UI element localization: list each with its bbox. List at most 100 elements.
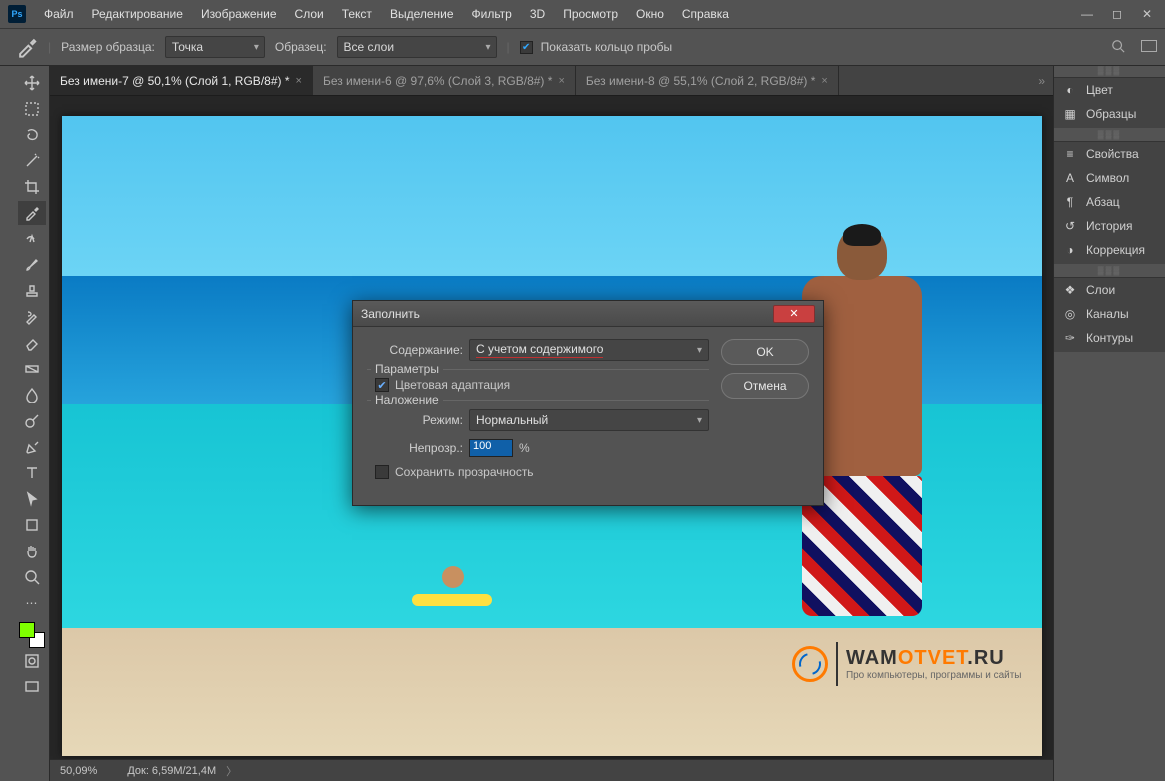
eraser-tool-icon[interactable]: [18, 331, 46, 355]
wand-tool-icon[interactable]: [18, 149, 46, 173]
sample-select[interactable]: Все слои: [337, 36, 497, 58]
zoom-tool-icon[interactable]: [18, 565, 46, 589]
menu-filter[interactable]: Фильтр: [464, 3, 520, 25]
panel-grip-icon[interactable]: ▓▓▓: [1054, 266, 1165, 278]
watermark: WAMOTVET.RU Про компьютеры, программы и …: [792, 642, 1022, 686]
dialog-close-button[interactable]: ✕: [773, 305, 815, 323]
marquee-tool-icon[interactable]: [18, 97, 46, 121]
panel-paragraph[interactable]: ¶Абзац: [1054, 190, 1165, 214]
history-icon: ↺: [1062, 219, 1078, 233]
content-select[interactable]: С учетом содержимого: [469, 339, 709, 361]
status-chevron-icon[interactable]: 〉: [226, 763, 237, 779]
crop-tool-icon[interactable]: [18, 175, 46, 199]
menu-help[interactable]: Справка: [674, 3, 737, 25]
menu-select[interactable]: Выделение: [382, 3, 462, 25]
zoom-level[interactable]: 50,09%: [60, 765, 97, 777]
preserve-transparency-checkbox[interactable]: [375, 465, 389, 479]
panel-character[interactable]: AСимвол: [1054, 166, 1165, 190]
panel-color[interactable]: ◐Цвет: [1054, 78, 1165, 102]
window-close-icon[interactable]: ✕: [1133, 4, 1161, 24]
photoshop-logo-icon: Ps: [8, 5, 26, 23]
menu-view[interactable]: Просмотр: [555, 3, 626, 25]
dialog-title: Заполнить: [361, 307, 420, 321]
dodge-tool-icon[interactable]: [18, 409, 46, 433]
layers-icon: ❖: [1062, 283, 1078, 297]
type-tool-icon[interactable]: [18, 461, 46, 485]
blur-tool-icon[interactable]: [18, 383, 46, 407]
menu-3d[interactable]: 3D: [522, 3, 553, 25]
stamp-tool-icon[interactable]: [18, 279, 46, 303]
heal-tool-icon[interactable]: [18, 227, 46, 251]
cancel-button[interactable]: Отмена: [721, 373, 809, 399]
opacity-input[interactable]: 100: [469, 439, 513, 457]
eyedropper-tool-icon[interactable]: [18, 201, 46, 225]
brush-tool-icon[interactable]: [18, 253, 46, 277]
search-icon[interactable]: [1111, 39, 1125, 56]
menu-layers[interactable]: Слои: [287, 3, 332, 25]
hand-tool-icon[interactable]: [18, 539, 46, 563]
watermark-logo-icon: [792, 646, 828, 682]
window-maximize-icon[interactable]: ◻: [1103, 4, 1131, 24]
panel-channels[interactable]: ◎Каналы: [1054, 302, 1165, 326]
screen-mode-icon[interactable]: [18, 675, 46, 699]
workspace-switcher-icon[interactable]: [1141, 40, 1157, 55]
menu-image[interactable]: Изображение: [193, 3, 285, 25]
menu-file[interactable]: Файл: [36, 3, 82, 25]
params-fieldset: Параметры ✔ Цветовая адаптация: [367, 369, 709, 392]
move-tool-icon[interactable]: [18, 71, 46, 95]
sample-size-label: Размер образца:: [61, 40, 155, 54]
paragraph-icon: ¶: [1062, 195, 1078, 209]
image-swimmer: [422, 566, 482, 606]
ok-button[interactable]: OK: [721, 339, 809, 365]
shape-tool-icon[interactable]: [18, 513, 46, 537]
doc-size[interactable]: Док: 6,59M/21,4M: [127, 765, 216, 777]
close-tab-icon[interactable]: ×: [296, 75, 302, 87]
dialog-titlebar[interactable]: Заполнить ✕: [353, 301, 823, 327]
document-tabs: Без имени-7 @ 50,1% (Слой 1, RGB/8#) * ×…: [50, 66, 1053, 96]
history-brush-tool-icon[interactable]: [18, 305, 46, 329]
color-wheel-icon: ◐: [1062, 83, 1078, 97]
menu-edit[interactable]: Редактирование: [84, 3, 191, 25]
sample-size-select[interactable]: Точка: [165, 36, 265, 58]
close-tab-icon[interactable]: ×: [821, 75, 827, 87]
panel-grip-icon[interactable]: ▓▓▓: [1054, 66, 1165, 78]
current-tool-icon[interactable]: [16, 36, 38, 58]
content-label: Содержание:: [367, 343, 463, 357]
lasso-tool-icon[interactable]: [18, 123, 46, 147]
close-tab-icon[interactable]: ×: [558, 75, 564, 87]
menu-window[interactable]: Окно: [628, 3, 672, 25]
panel-grip-icon[interactable]: ▓▓▓: [1054, 130, 1165, 142]
panel-swatches[interactable]: ▦Образцы: [1054, 102, 1165, 126]
quickmask-icon[interactable]: [18, 649, 46, 673]
document-tab-3[interactable]: Без имени-8 @ 55,1% (Слой 2, RGB/8#) * ×: [576, 66, 839, 95]
preserve-transparency-label: Сохранить прозрачность: [395, 465, 534, 479]
document-tab-1[interactable]: Без имени-7 @ 50,1% (Слой 1, RGB/8#) * ×: [50, 66, 313, 95]
more-tools-icon[interactable]: ⋯: [18, 591, 46, 615]
adjustments-icon: ◑: [1062, 243, 1078, 257]
params-legend: Параметры: [371, 362, 443, 376]
pen-tool-icon[interactable]: [18, 435, 46, 459]
gradient-tool-icon[interactable]: [18, 357, 46, 381]
color-adapt-checkbox[interactable]: ✔: [375, 378, 389, 392]
show-ring-checkbox[interactable]: ✔ Показать кольцо пробы: [520, 40, 672, 54]
mode-select[interactable]: Нормальный: [469, 409, 709, 431]
color-swatches[interactable]: [19, 622, 45, 648]
sliders-icon: ≡: [1062, 147, 1078, 161]
path-select-tool-icon[interactable]: [18, 487, 46, 511]
blend-fieldset: Наложение Режим: Нормальный Непрозр.: 10…: [367, 400, 709, 479]
status-bar: 50,09% Док: 6,59M/21,4M 〉: [50, 759, 1053, 781]
panel-properties[interactable]: ≡Свойства: [1054, 142, 1165, 166]
tabs-overflow-icon[interactable]: »: [1030, 66, 1053, 95]
window-minimize-icon[interactable]: —: [1073, 4, 1101, 24]
menu-bar: Ps Файл Редактирование Изображение Слои …: [0, 0, 1165, 28]
menu-text[interactable]: Текст: [334, 3, 380, 25]
panel-paths[interactable]: ✑Контуры: [1054, 326, 1165, 350]
foreground-color-swatch[interactable]: [19, 622, 35, 638]
panel-adjustments[interactable]: ◑Коррекция: [1054, 238, 1165, 262]
opacity-label: Непрозр.:: [367, 441, 463, 455]
left-gutter: [0, 66, 14, 781]
panel-layers[interactable]: ❖Слои: [1054, 278, 1165, 302]
document-tab-2[interactable]: Без имени-6 @ 97,6% (Слой 3, RGB/8#) * ×: [313, 66, 576, 95]
panel-history[interactable]: ↺История: [1054, 214, 1165, 238]
fill-dialog: Заполнить ✕ Содержание: С учетом содержи…: [352, 300, 824, 506]
